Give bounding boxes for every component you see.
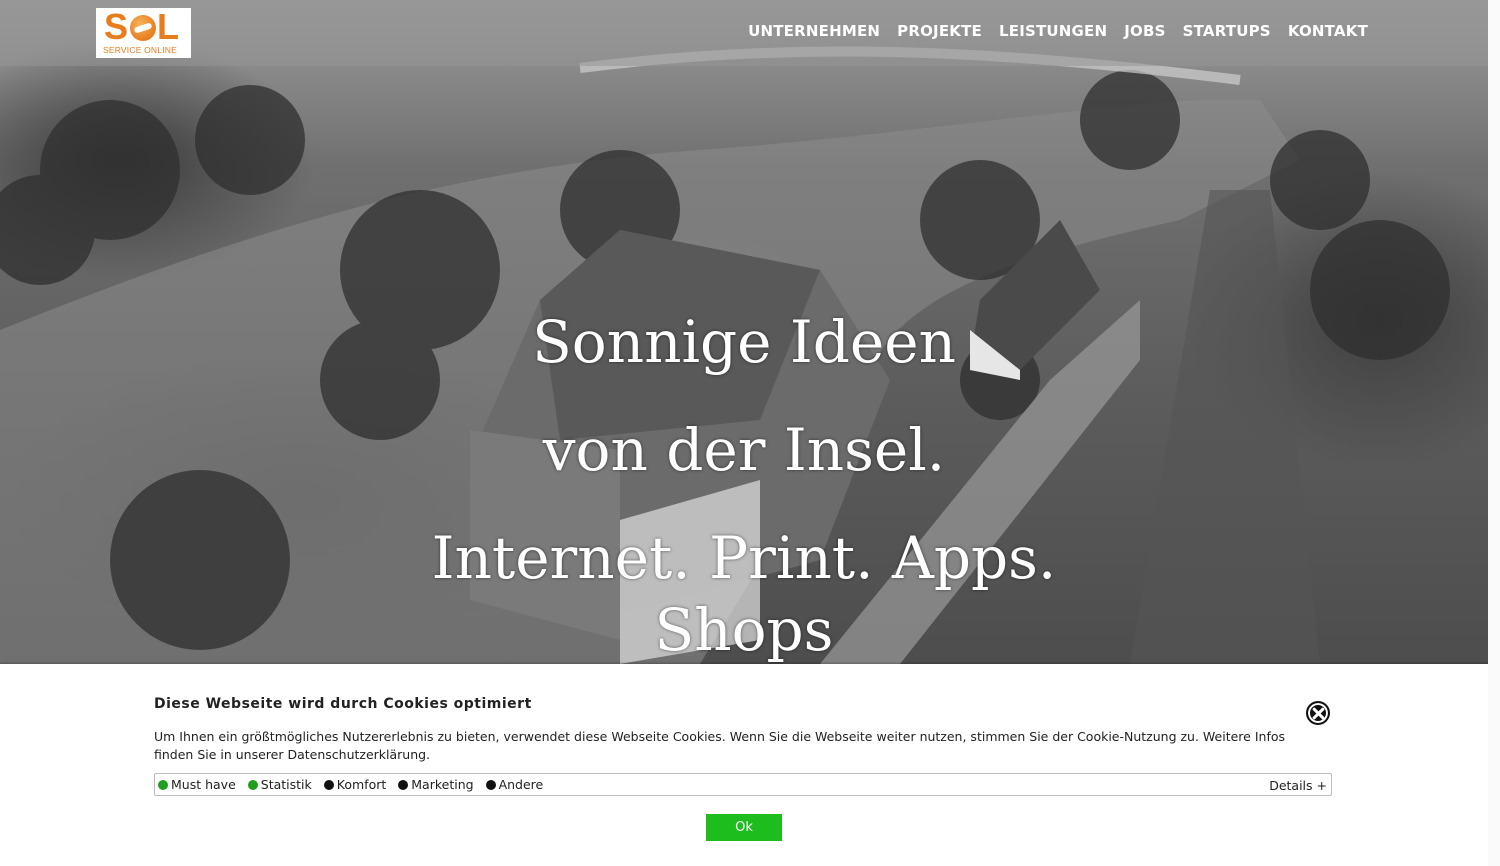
status-dot-icon — [323, 779, 334, 790]
nav-jobs[interactable]: JOBS — [1124, 22, 1165, 40]
cookie-details-toggle[interactable]: Details + — [1269, 778, 1327, 793]
cookie-category-must-have[interactable]: Must have — [158, 777, 236, 792]
nav-kontakt[interactable]: KONTAKT — [1288, 22, 1368, 40]
cookie-title: Diese Webseite wird durch Cookies optimi… — [154, 696, 532, 712]
hero-headline-line-3: Internet. Print. Apps. — [431, 524, 1057, 592]
cookie-description: Um Ihnen ein größtmögliches Nutzererlebn… — [154, 729, 1285, 762]
page-scrollbar[interactable] — [1488, 0, 1500, 866]
cookie-category-andere[interactable]: Andere — [485, 777, 543, 792]
top-navigation-bar: SL SERVICE ONLINE UNTERNEHMEN PROJEKTE L… — [0, 0, 1488, 66]
sun-icon — [130, 15, 157, 41]
status-dot-icon — [398, 779, 409, 790]
cookie-ok-button[interactable]: Ok — [706, 814, 782, 841]
sol-logo[interactable]: SL SERVICE ONLINE — [96, 6, 191, 58]
nav-leistungen[interactable]: LEISTUNGEN — [999, 22, 1107, 40]
cookie-banner: Diese Webseite wird durch Cookies optimi… — [0, 664, 1488, 866]
nav-unternehmen[interactable]: UNTERNEHMEN — [748, 22, 880, 40]
nav-startups[interactable]: STARTUPS — [1183, 22, 1271, 40]
hero-headline-line-4: Shops — [654, 596, 834, 664]
logo-wordmark: SL — [104, 6, 181, 47]
logo-subtitle: SERVICE ONLINE — [103, 45, 177, 55]
status-dot-icon — [247, 779, 258, 790]
cookie-category-bar: Must have Statistik Komfort Marketing An… — [154, 773, 1332, 796]
nav-projekte[interactable]: PROJEKTE — [897, 22, 982, 40]
status-dot-icon — [158, 779, 168, 790]
status-dot-icon — [485, 779, 496, 790]
hero-headline-line-2: von der Insel. — [542, 416, 946, 484]
cookie-category-statistik[interactable]: Statistik — [247, 777, 312, 792]
close-icon[interactable] — [1306, 701, 1330, 725]
main-menu: UNTERNEHMEN PROJEKTE LEISTUNGEN JOBS STA… — [748, 22, 1368, 40]
cookie-category-komfort[interactable]: Komfort — [323, 777, 386, 792]
hero-section: SL SERVICE ONLINE UNTERNEHMEN PROJEKTE L… — [0, 0, 1488, 664]
cookie-category-marketing[interactable]: Marketing — [398, 777, 474, 792]
hero-headline-line-1: Sonnige Ideen — [532, 308, 956, 376]
